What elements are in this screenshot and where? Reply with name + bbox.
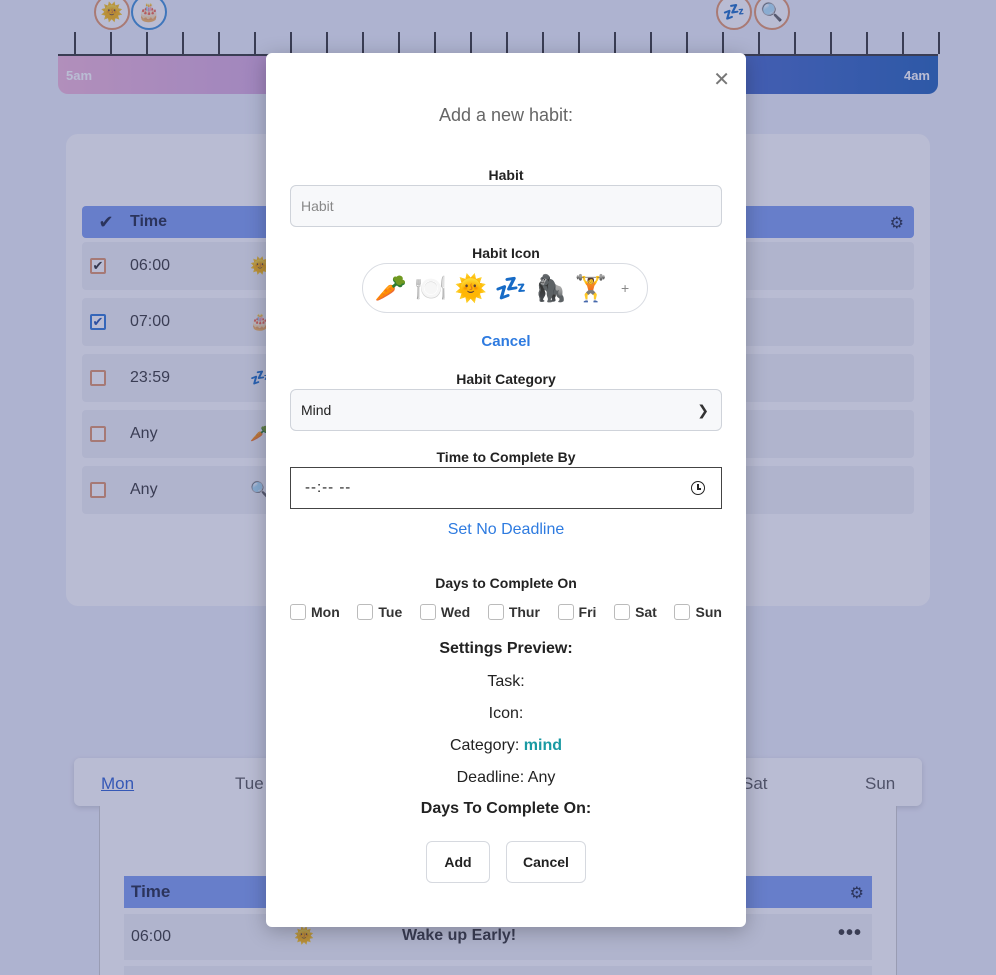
checkbox[interactable] <box>674 604 691 620</box>
modal-title: Add a new habit: <box>438 105 574 125</box>
habit-label: Habit <box>488 167 524 183</box>
day-sat[interactable]: Sat <box>614 604 657 620</box>
gorilla-icon[interactable]: 🦍 <box>533 273 569 304</box>
sun-icon[interactable]: 🌞 <box>453 273 489 304</box>
checkbox[interactable] <box>614 604 631 620</box>
day-tue[interactable]: Tue <box>357 604 402 620</box>
day-thur[interactable]: Thur <box>487 604 540 620</box>
preview-category-value: mind <box>523 737 563 754</box>
habit-icon-label: Habit Icon <box>472 245 540 261</box>
time-input-value: --:-- -- <box>305 479 352 496</box>
checkbox[interactable] <box>487 604 504 620</box>
day-mon[interactable]: Mon <box>290 604 340 620</box>
day-fri[interactable]: Fri <box>557 604 597 620</box>
checkbox[interactable] <box>419 604 436 620</box>
preview-icon: Icon: <box>488 705 524 722</box>
weightlifter-icon[interactable]: 🏋️ <box>573 273 609 304</box>
add-icon-button[interactable]: + <box>621 280 629 296</box>
checkbox[interactable] <box>357 604 374 620</box>
day-label: Sat <box>635 604 657 620</box>
plate-icon[interactable]: 🍽️ <box>413 273 449 304</box>
days-checkboxes: Mon Tue Wed Thur Fri Sat Sun <box>290 601 722 623</box>
time-label: Time to Complete By <box>436 449 576 465</box>
no-deadline-link[interactable]: Set No Deadline <box>266 521 746 539</box>
day-label: Sun <box>695 604 722 620</box>
preview-title: Settings Preview: <box>439 640 573 657</box>
preview-deadline-label: Deadline: <box>456 769 525 786</box>
days-label: Days to Complete On <box>435 575 577 591</box>
add-habit-modal: ✕ Add a new habit: Habit Habit Icon 🥕 🍽️… <box>266 53 746 927</box>
preview-task: Task: <box>487 673 525 690</box>
day-label: Wed <box>440 604 471 620</box>
add-button[interactable]: Add <box>426 841 490 883</box>
preview-deadline-value: Any <box>527 769 556 786</box>
preview-category-label: Category: <box>449 737 520 754</box>
sleep-icon[interactable]: 💤 <box>493 273 529 304</box>
day-label: Mon <box>311 604 340 620</box>
category-label: Habit Category <box>456 371 556 387</box>
cancel-button[interactable]: Cancel <box>506 841 586 883</box>
category-select[interactable]: Mind ❯ <box>290 389 722 431</box>
preview-category: Category: mind <box>266 737 746 755</box>
icon-picker: 🥕 🍽️ 🌞 💤 🦍 🏋️ + <box>362 263 648 313</box>
chevron-down-icon: ❯ <box>697 402 709 418</box>
close-icon[interactable]: ✕ <box>713 67 730 92</box>
preview-deadline: Deadline: Any <box>266 769 746 787</box>
day-label: Tue <box>378 604 403 620</box>
category-select-value: Mind <box>301 402 332 418</box>
day-wed[interactable]: Wed <box>419 604 471 620</box>
clock-icon[interactable] <box>691 481 705 495</box>
carrot-icon[interactable]: 🥕 <box>373 273 409 304</box>
day-sun[interactable]: Sun <box>674 604 722 620</box>
time-input[interactable]: --:-- -- <box>290 467 722 509</box>
preview-days: Days To Complete On: <box>420 800 592 817</box>
checkbox[interactable] <box>557 604 574 620</box>
icon-cancel-link[interactable]: Cancel <box>266 333 746 350</box>
day-label: Fri <box>578 604 597 620</box>
habit-input[interactable] <box>290 185 722 227</box>
day-label: Thur <box>508 604 540 620</box>
checkbox[interactable] <box>290 604 306 620</box>
